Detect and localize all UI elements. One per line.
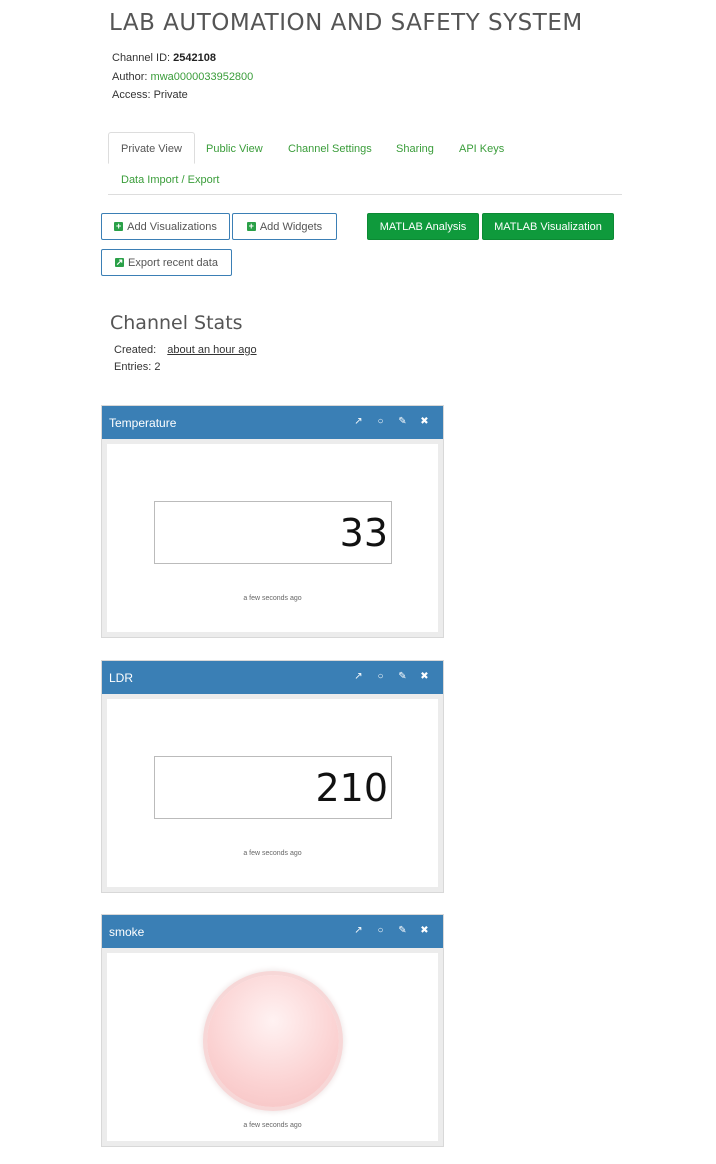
channel-author: Author: mwa0000033952800 bbox=[112, 71, 253, 83]
plus-icon: + bbox=[114, 221, 124, 231]
pencil-icon[interactable]: ✎ bbox=[396, 670, 409, 684]
export-recent-data-button[interactable]: ↗ Export recent data bbox=[101, 249, 232, 276]
add-visualizations-label: Add Visualizations bbox=[127, 220, 217, 233]
page-title: LAB AUTOMATION AND SAFETY SYSTEM bbox=[109, 10, 583, 36]
widget-timestamp: a few seconds ago bbox=[243, 1122, 302, 1129]
plus-icon: + bbox=[246, 221, 256, 231]
matlab-visualization-button[interactable]: MATLAB Visualization bbox=[482, 213, 614, 240]
pencil-icon[interactable]: ✎ bbox=[396, 924, 409, 938]
widget-body: a few seconds ago bbox=[107, 953, 438, 1141]
channel-id-value: 2542108 bbox=[173, 52, 216, 64]
widget-toolbar: ↗ ○ ✎ ✖ bbox=[352, 670, 431, 684]
tab-private-view[interactable]: Private View bbox=[108, 132, 195, 164]
tab-public-view[interactable]: Public View bbox=[206, 143, 263, 155]
widget-toolbar: ↗ ○ ✎ ✖ bbox=[352, 415, 431, 429]
add-visualizations-button[interactable]: + Add Visualizations bbox=[101, 213, 230, 240]
channel-id-label: Channel ID: bbox=[112, 52, 171, 64]
add-widgets-label: Add Widgets bbox=[259, 220, 323, 233]
entries-stat: Entries: 2 bbox=[114, 361, 161, 373]
widget-temperature: Temperature ↗ ○ ✎ ✖ 33 a few seconds ago bbox=[101, 405, 444, 638]
tab-api-keys[interactable]: API Keys bbox=[459, 143, 504, 155]
numeric-display: 33 bbox=[154, 501, 392, 564]
widget-title: smoke bbox=[109, 924, 145, 939]
external-link-icon[interactable]: ↗ bbox=[352, 924, 365, 938]
widget-smoke: smoke ↗ ○ ✎ ✖ a few seconds ago bbox=[101, 914, 444, 1147]
widget-timestamp: a few seconds ago bbox=[243, 595, 302, 602]
created-stat: Created: about an hour ago bbox=[114, 344, 257, 356]
comment-icon[interactable]: ○ bbox=[374, 670, 387, 684]
widget-toolbar: ↗ ○ ✎ ✖ bbox=[352, 924, 431, 938]
author-link[interactable]: mwa0000033952800 bbox=[151, 71, 254, 83]
channel-id: Channel ID: 2542108 bbox=[112, 52, 216, 64]
comment-icon[interactable]: ○ bbox=[374, 415, 387, 429]
widget-timestamp: a few seconds ago bbox=[243, 850, 302, 857]
export-recent-data-label: Export recent data bbox=[128, 256, 218, 269]
add-widgets-button[interactable]: + Add Widgets bbox=[232, 213, 337, 240]
external-link-icon[interactable]: ↗ bbox=[352, 670, 365, 684]
channel-stats-heading: Channel Stats bbox=[110, 312, 243, 334]
matlab-analysis-button[interactable]: MATLAB Analysis bbox=[367, 213, 479, 240]
widget-title: LDR bbox=[109, 670, 134, 685]
created-label: Created: bbox=[114, 344, 157, 356]
tab-data-import-export[interactable]: Data Import / Export bbox=[121, 174, 219, 186]
author-label: Author: bbox=[112, 71, 148, 83]
created-value: about an hour ago bbox=[167, 344, 257, 356]
widget-header: Temperature ↗ ○ ✎ ✖ bbox=[102, 406, 443, 439]
widget-body: 33 a few seconds ago bbox=[107, 444, 438, 632]
channel-access: Access: Private bbox=[112, 89, 188, 101]
close-icon[interactable]: ✖ bbox=[418, 415, 431, 429]
widget-title: Temperature bbox=[109, 415, 177, 430]
widget-header: LDR ↗ ○ ✎ ✖ bbox=[102, 661, 443, 694]
close-icon[interactable]: ✖ bbox=[418, 924, 431, 938]
external-link-icon[interactable]: ↗ bbox=[352, 415, 365, 429]
widget-ldr: LDR ↗ ○ ✎ ✖ 210 a few seconds ago bbox=[101, 660, 444, 893]
close-icon[interactable]: ✖ bbox=[418, 670, 431, 684]
export-icon: ↗ bbox=[115, 257, 125, 267]
pencil-icon[interactable]: ✎ bbox=[396, 415, 409, 429]
widget-header: smoke ↗ ○ ✎ ✖ bbox=[102, 915, 443, 948]
comment-icon[interactable]: ○ bbox=[374, 924, 387, 938]
widget-body: 210 a few seconds ago bbox=[107, 699, 438, 887]
channel-tabs: Private View Public View Channel Setting… bbox=[108, 132, 622, 195]
tab-sharing[interactable]: Sharing bbox=[396, 143, 434, 155]
tab-channel-settings[interactable]: Channel Settings bbox=[288, 143, 372, 155]
numeric-display: 210 bbox=[154, 756, 392, 819]
lamp-indicator bbox=[207, 975, 339, 1107]
